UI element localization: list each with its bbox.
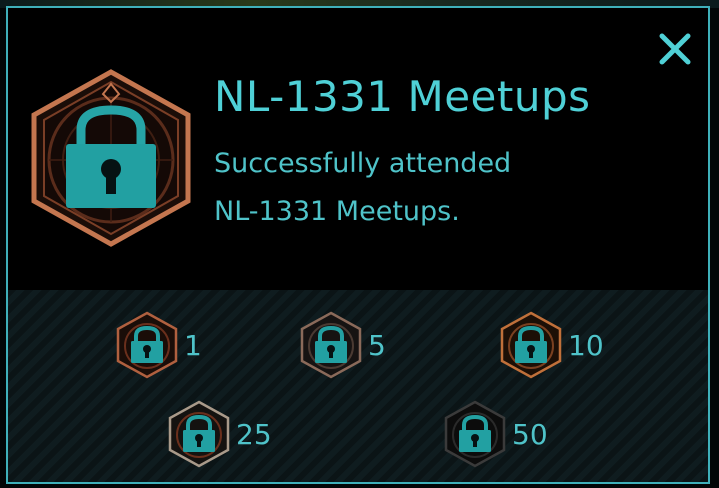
tier-platinum-label: 25	[236, 417, 272, 451]
gold-padlock-badge-icon	[500, 311, 562, 379]
tier-gold-label: 10	[568, 328, 604, 362]
medal-badge	[31, 69, 191, 247]
tier-onyx[interactable]: 50	[442, 399, 548, 469]
description-line-2: NL-1331 Meetups.	[214, 196, 460, 227]
onyx-padlock-badge-icon	[444, 400, 506, 468]
tier-platinum[interactable]: 25	[166, 399, 272, 469]
medal-title: NL-1331 Meetups	[214, 72, 591, 121]
platinum-padlock-badge-icon	[168, 400, 230, 468]
tier-bronze[interactable]: 1	[114, 310, 202, 380]
bronze-padlock-badge-icon	[116, 311, 178, 379]
silver-padlock-badge-icon	[300, 311, 362, 379]
tier-silver[interactable]: 5	[298, 310, 386, 380]
close-icon[interactable]	[656, 30, 694, 68]
tier-silver-label: 5	[368, 328, 386, 362]
tier-onyx-label: 50	[512, 417, 548, 451]
medal-description: Successfully attended NL-1331 Meetups.	[214, 140, 674, 236]
tier-bronze-label: 1	[184, 328, 202, 362]
description-line-1: Successfully attended	[214, 148, 512, 179]
tier-gold[interactable]: 10	[498, 310, 604, 380]
medal-dialog: NL-1331 Meetups Successfully attended NL…	[6, 6, 710, 484]
